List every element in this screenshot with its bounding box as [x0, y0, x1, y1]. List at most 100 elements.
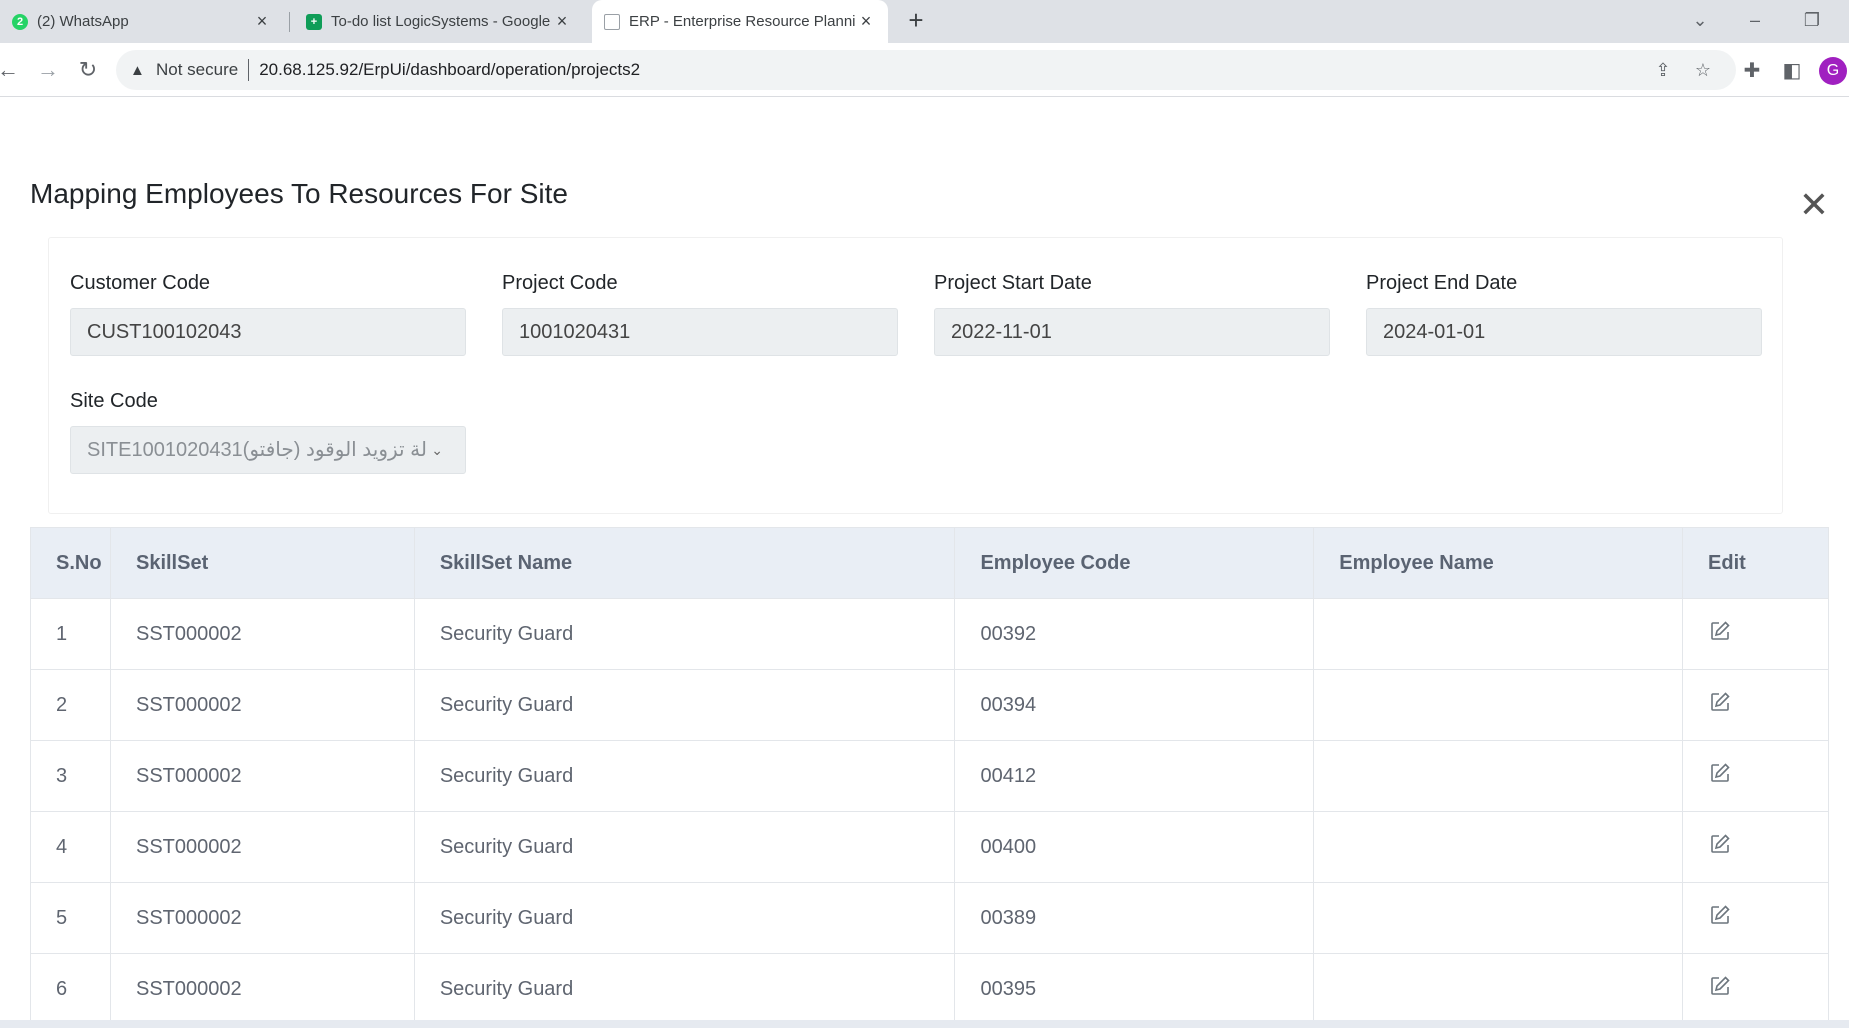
cell-employee-name: [1313, 811, 1684, 883]
tab-title: (2) WhatsApp: [37, 13, 129, 30]
edit-icon[interactable]: [1708, 832, 1732, 856]
cell-employee-code: 00395: [954, 953, 1315, 1025]
header-employee-name[interactable]: Employee Name: [1313, 527, 1684, 599]
close-icon[interactable]: ✕: [1797, 187, 1831, 223]
cell-sno: 6: [30, 953, 111, 1025]
cell-employee-name: [1313, 882, 1684, 954]
warning-icon: ▲: [130, 61, 145, 79]
star-icon[interactable]: ☆: [1692, 59, 1714, 81]
project-end-date-label: Project End Date: [1366, 272, 1518, 294]
cell-sno: 2: [30, 669, 111, 741]
cell-skillset-name: Security Guard: [414, 740, 956, 812]
employee-mapping-table: S.No SkillSet SkillSet Name Employee Cod…: [30, 527, 1829, 1025]
cell-edit: [1682, 740, 1829, 812]
cell-edit: [1682, 669, 1829, 741]
edit-icon[interactable]: [1708, 903, 1732, 927]
sheets-icon: +: [306, 13, 322, 30]
cell-skillset: SST000002: [110, 882, 415, 954]
reload-icon[interactable]: ↻: [74, 56, 102, 84]
project-start-date-label: Project Start Date: [934, 272, 1092, 294]
close-icon[interactable]: ×: [856, 11, 876, 32]
extensions-icon[interactable]: ✚: [1740, 59, 1764, 83]
edit-icon[interactable]: [1708, 619, 1732, 643]
edit-icon[interactable]: [1708, 974, 1732, 998]
customer-code-label: Customer Code: [70, 272, 211, 294]
cell-employee-name: [1313, 953, 1684, 1025]
table-row: 5 SST000002 Security Guard 00389: [30, 882, 1829, 954]
url-text: 20.68.125.92/ErpUi/dashboard/operation/p…: [259, 60, 641, 79]
cell-employee-name: [1313, 740, 1684, 812]
back-arrow-icon[interactable]: ←: [0, 56, 22, 84]
restore-icon[interactable]: ❐: [1792, 6, 1832, 34]
cell-sno: 5: [30, 882, 111, 954]
cell-skillset: SST000002: [110, 598, 415, 670]
cell-skillset-name: Security Guard: [414, 953, 956, 1025]
header-edit: Edit: [1682, 527, 1829, 599]
cell-sno: 4: [30, 811, 111, 883]
tab-todo-list[interactable]: + To-do list LogicSystems - Google ×: [298, 0, 580, 43]
table-header-row: S.No SkillSet SkillSet Name Employee Cod…: [30, 527, 1829, 599]
edit-icon[interactable]: [1708, 761, 1732, 785]
page-title: Mapping Employees To Resources For Site: [30, 178, 568, 209]
cell-edit: [1682, 811, 1829, 883]
table-row: 6 SST000002 Security Guard 00395: [30, 953, 1829, 1025]
cell-sno: 3: [30, 740, 111, 812]
close-icon[interactable]: ×: [252, 11, 272, 32]
minimize-icon[interactable]: –: [1735, 6, 1775, 34]
security-label: Not secure: [156, 60, 239, 79]
tab-erp[interactable]: ERP - Enterprise Resource Plannin ×: [592, 0, 888, 43]
cell-employee-code: 00394: [954, 669, 1315, 741]
cell-edit: [1682, 953, 1829, 1025]
site-code-value: SITE1001020431(لة تزويد الوقود (جافتو: [87, 439, 427, 461]
cell-skillset: SST000002: [110, 740, 415, 812]
horizontal-scrollbar[interactable]: [0, 1020, 1849, 1028]
tab-search-icon[interactable]: ⌄: [1680, 6, 1720, 34]
cell-employee-code: 00392: [954, 598, 1315, 670]
divider: [248, 59, 250, 81]
new-tab-button[interactable]: +: [902, 6, 930, 34]
cell-skillset-name: Security Guard: [414, 811, 956, 883]
site-code-label: Site Code: [70, 390, 158, 412]
edit-icon[interactable]: [1708, 690, 1732, 714]
header-employee-code[interactable]: Employee Code: [954, 527, 1315, 599]
cell-sno: 1: [30, 598, 111, 670]
cell-skillset-name: Security Guard: [414, 598, 956, 670]
profile-avatar[interactable]: G: [1819, 57, 1847, 85]
cell-edit: [1682, 882, 1829, 954]
address-bar[interactable]: ▲ Not secure 20.68.125.92/ErpUi/dashboar…: [116, 50, 1736, 90]
project-start-date-field[interactable]: 2022-11-01: [934, 308, 1330, 356]
cell-employee-code: 00389: [954, 882, 1315, 954]
tab-title: ERP - Enterprise Resource Plannin: [629, 13, 856, 30]
share-icon[interactable]: ⇪: [1652, 59, 1674, 81]
tab-title: To-do list LogicSystems - Google: [331, 13, 551, 30]
cell-employee-name: [1313, 669, 1684, 741]
table-row: 1 SST000002 Security Guard 00392: [30, 598, 1829, 670]
forward-arrow-icon[interactable]: →: [34, 56, 62, 84]
table-row: 2 SST000002 Security Guard 00394: [30, 669, 1829, 741]
project-code-field[interactable]: 1001020431: [502, 308, 898, 356]
cell-skillset: SST000002: [110, 953, 415, 1025]
cell-skillset: SST000002: [110, 811, 415, 883]
page-icon: [604, 13, 620, 30]
header-sno[interactable]: S.No: [30, 527, 111, 599]
browser-toolbar: ← → ↻ ▲ Not secure 20.68.125.92/ErpUi/da…: [0, 43, 1849, 97]
project-end-date-field[interactable]: 2024-01-01: [1366, 308, 1762, 356]
tab-whatsapp[interactable]: 2 (2) WhatsApp ×: [6, 0, 278, 43]
cell-skillset-name: Security Guard: [414, 882, 956, 954]
project-code-label: Project Code: [502, 272, 618, 294]
cell-employee-code: 00412: [954, 740, 1315, 812]
side-panel-icon[interactable]: ◧: [1780, 59, 1804, 83]
customer-code-field[interactable]: CUST100102043: [70, 308, 466, 356]
header-skillset[interactable]: SkillSet: [110, 527, 415, 599]
header-skillset-name[interactable]: SkillSet Name: [414, 527, 956, 599]
cell-employee-name: [1313, 598, 1684, 670]
table-row: 3 SST000002 Security Guard 00412: [30, 740, 1829, 812]
site-code-select[interactable]: SITE1001020431(لة تزويد الوقود (جافتو ⌄: [70, 426, 466, 474]
close-icon[interactable]: ×: [552, 11, 572, 32]
cell-edit: [1682, 598, 1829, 670]
cell-skillset: SST000002: [110, 669, 415, 741]
tab-separator: [289, 12, 290, 32]
chevron-down-icon: ⌄: [431, 442, 443, 458]
table-row: 4 SST000002 Security Guard 00400: [30, 811, 1829, 883]
browser-tab-strip: 2 (2) WhatsApp × + To-do list LogicSyste…: [0, 0, 1849, 43]
